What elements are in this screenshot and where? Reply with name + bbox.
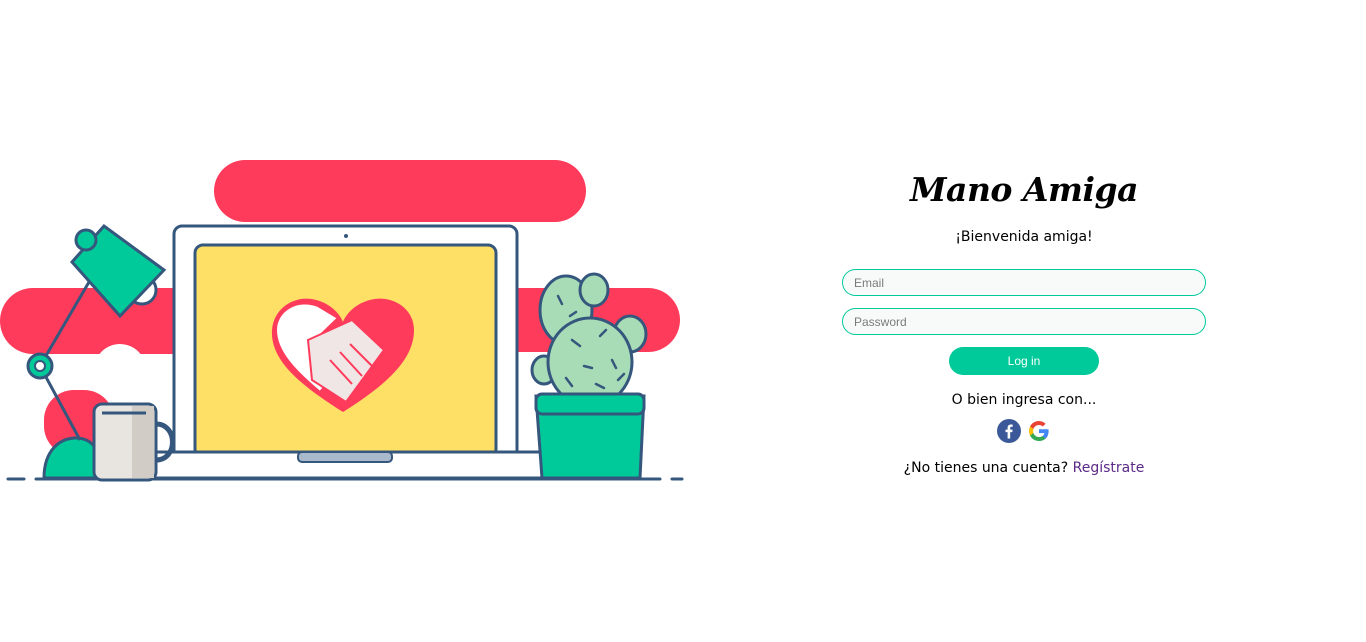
signup-link[interactable]: Regístrate <box>1073 460 1145 476</box>
social-login-buttons <box>842 419 1206 445</box>
signup-row: ¿No tienes una cuenta? Regístrate <box>842 459 1206 477</box>
login-panel: Mano Amiga ¡Bienvenida amiga! Log in O b… <box>842 160 1206 477</box>
red-pill-top <box>214 160 586 222</box>
signup-prompt: ¿No tienes una cuenta? <box>903 460 1069 476</box>
google-icon[interactable] <box>1027 419 1051 443</box>
workspace-illustration <box>0 160 684 482</box>
alt-login-text: O bien ingresa con... <box>951 392 1097 408</box>
login-page: Mano Amiga ¡Bienvenida amiga! Log in O b… <box>0 0 1366 642</box>
brand-title: Mano Amiga <box>910 170 1138 209</box>
login-button[interactable]: Log in <box>949 347 1099 375</box>
password-input[interactable] <box>842 308 1206 335</box>
welcome-text: ¡Bienvenida amiga! <box>955 229 1093 245</box>
facebook-icon[interactable] <box>997 419 1021 443</box>
email-input[interactable] <box>842 269 1206 296</box>
